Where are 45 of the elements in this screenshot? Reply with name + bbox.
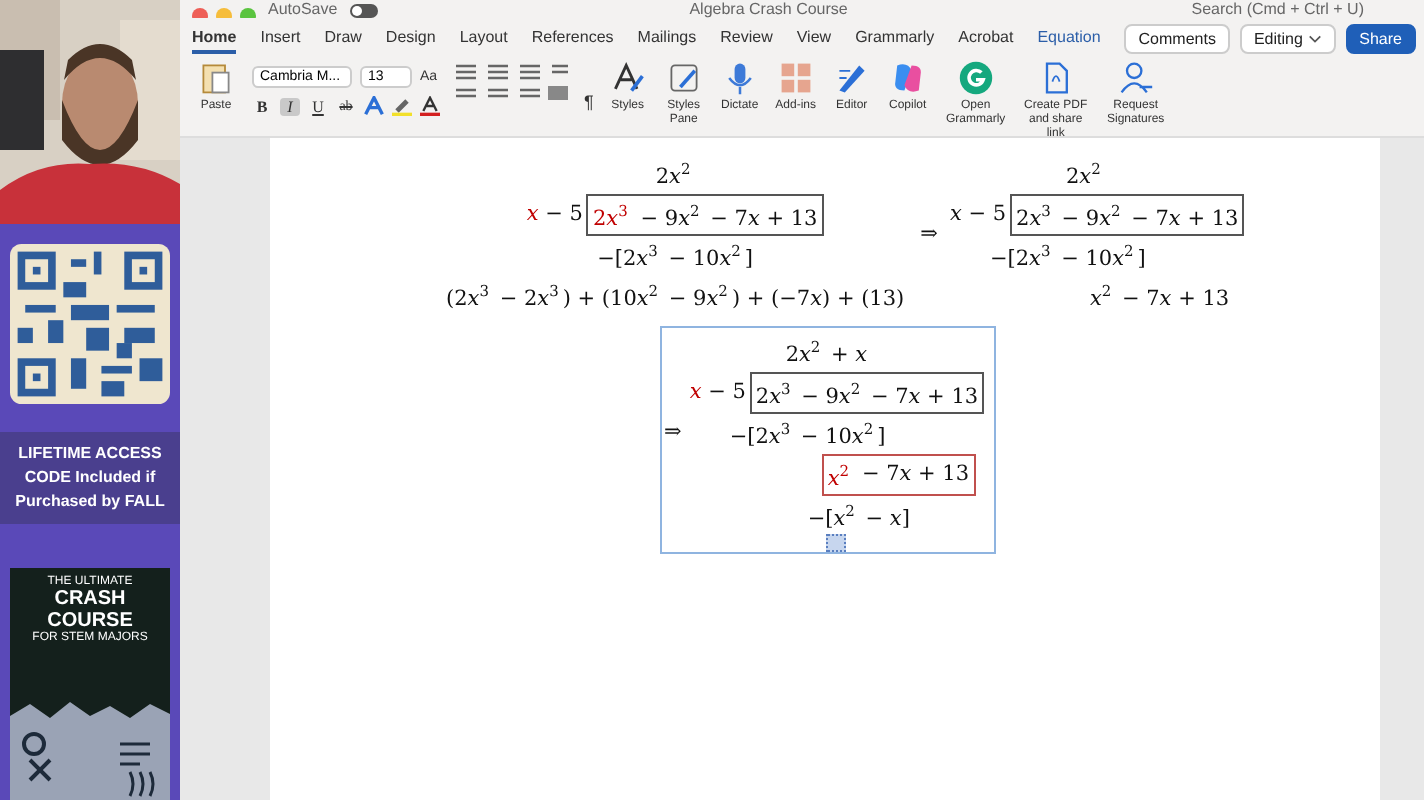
divisor: − 5 xyxy=(543,199,583,230)
ribbon-tab[interactable]: Mailings xyxy=(637,24,697,54)
promo-banner: LIFETIME ACCESS CODE Included if Purchased by FALL xyxy=(0,432,180,524)
ribbon-tab[interactable]: Grammarly xyxy=(855,24,935,54)
book-title: CRASH COURSE xyxy=(47,588,133,632)
ribbon-tab[interactable]: References xyxy=(531,24,614,54)
editing-button[interactable]: Editing xyxy=(1239,24,1336,54)
subtraction-line: −[𝑥$^{2}$ − 𝑥] xyxy=(807,500,910,535)
underline-button[interactable]: U xyxy=(308,97,328,115)
ribbon-tab[interactable]: Design xyxy=(385,24,436,54)
ribbon-tab[interactable]: Insert xyxy=(260,24,301,54)
ribbon-tab[interactable]: Review xyxy=(720,24,773,54)
comments-button[interactable]: Comments xyxy=(1124,24,1230,54)
quotient: 2𝑥$^{2}$ + 𝑥 xyxy=(785,336,868,371)
italic-button[interactable]: I xyxy=(280,97,300,115)
show-formatting-button[interactable]: ¶ xyxy=(584,92,594,112)
bold-button[interactable]: B xyxy=(252,97,272,115)
ribbon-tab[interactable]: Home xyxy=(192,24,237,54)
divisor-variable: 𝑥 xyxy=(689,377,702,408)
dividend-box: 2𝑥$^{3}$ − 9𝑥$^{2}$ − 7𝑥 + 13 xyxy=(586,193,824,236)
quotient: 2𝑥$^{2}$ xyxy=(655,158,693,193)
ribbon-tab[interactable]: View xyxy=(796,24,832,54)
implies-arrow: ⇒ xyxy=(664,418,682,449)
document-title[interactable]: Algebra Crash Course xyxy=(689,0,848,18)
subtraction-line: −[2𝑥$^{3}$ − 10𝑥$^{2}$] xyxy=(729,418,886,453)
divisor: 𝑥 − 5 xyxy=(949,199,1007,230)
dividend-box: 2𝑥$^{3}$ − 9𝑥$^{2}$ − 7𝑥 + 13 xyxy=(749,371,985,414)
implies-arrow: ⇒ xyxy=(920,219,938,249)
ribbon-tab[interactable]: Draw xyxy=(324,24,362,54)
autosave-label: AutoSave xyxy=(268,0,338,18)
share-button[interactable]: Share xyxy=(1345,24,1416,54)
quotient: 2𝑥$^{2}$ xyxy=(1065,158,1103,193)
ribbon-tab[interactable]: Layout xyxy=(459,24,508,54)
ribbon-tab[interactable]: Acrobat xyxy=(958,24,1014,54)
remainder-box: 𝑥$^{2}$ − 7𝑥 + 13 xyxy=(821,453,976,496)
divisor-variable: 𝑥 xyxy=(526,199,539,230)
ribbon-tab[interactable]: Equation xyxy=(1037,24,1101,54)
divisor: − 5 xyxy=(706,377,746,408)
search-field[interactable]: Search (Cmd + Ctrl + U) xyxy=(1191,0,1364,18)
subtraction-line: −[2𝑥$^{3}$ − 10𝑥$^{2}$] xyxy=(989,240,1146,275)
expanded-expression: (2𝑥$^{3}$ − 2𝑥$^{3}$) + (10𝑥$^{2}$ − 9𝑥$^{2}$) + (−7𝑥) + (13) xyxy=(446,279,905,314)
equation-frame[interactable]: ⇒ 2𝑥$^{2}$ + 𝑥 𝑥 − 5 2𝑥$^{3}$ − 9𝑥$^{2}$ − 7𝑥 + 13 −[2𝑥$^{3}$ − 10𝑥$^{2}$] 𝑥$^{2}$ − 7𝑥 + 13 −[𝑥$^{2}$ − 𝑥] xyxy=(660,326,996,553)
subtraction-line: −[2𝑥$^{3}$ − 10𝑥$^{2}$] xyxy=(597,240,754,275)
remainder: 𝑥$^{2}$ − 7𝑥 + 13 xyxy=(1089,279,1230,314)
dividend-box: 2𝑥$^{3}$ − 9𝑥$^{2}$ − 7𝑥 + 13 xyxy=(1010,193,1245,236)
